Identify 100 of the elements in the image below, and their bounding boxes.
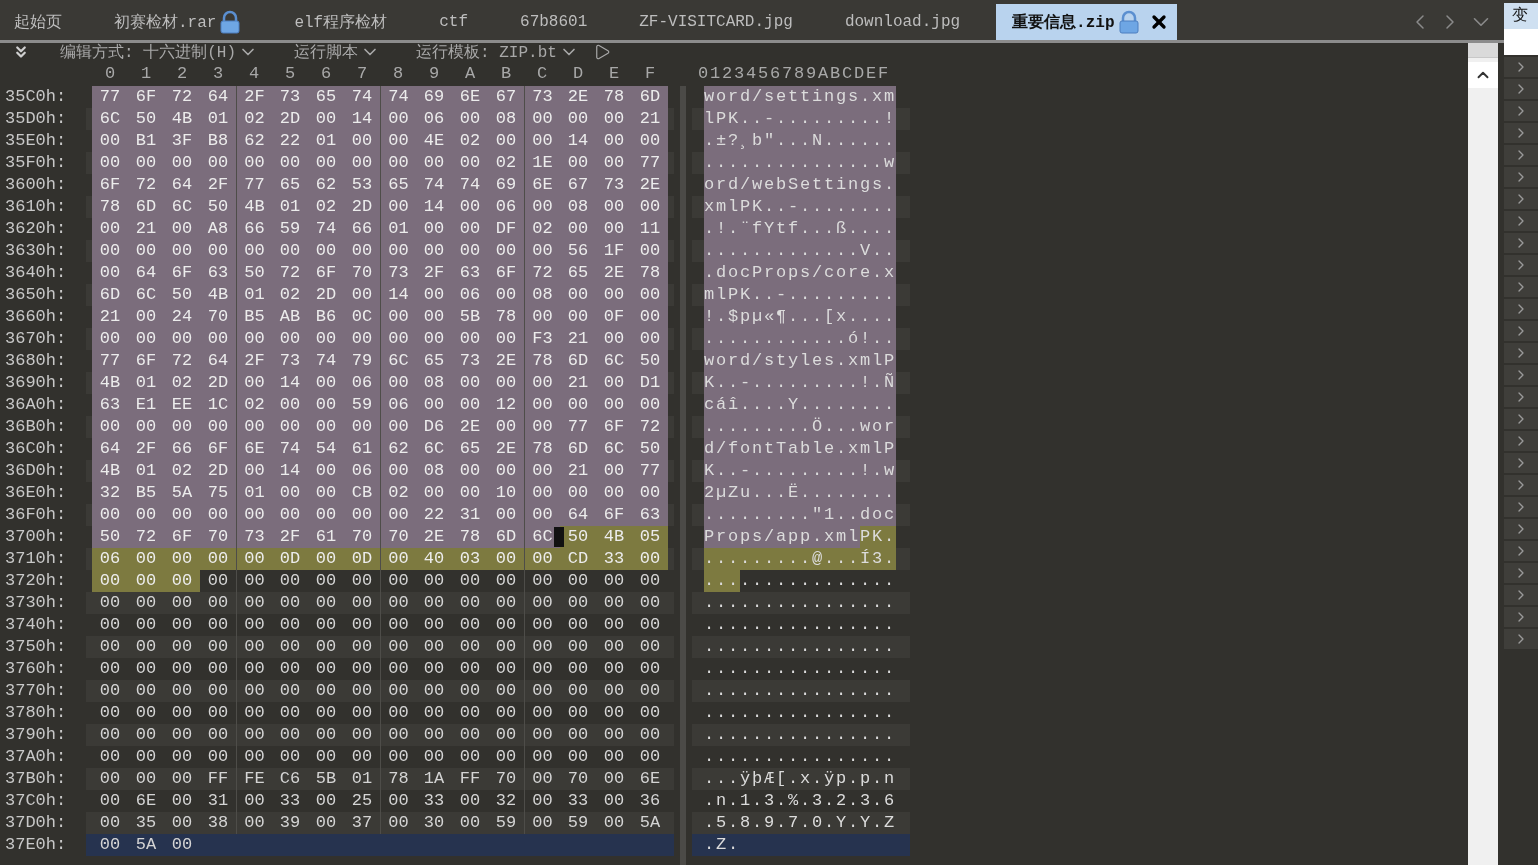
hex-byte: 00 [380, 416, 416, 438]
hex-byte: 00 [494, 746, 518, 768]
hex-byte: 6E [134, 790, 158, 812]
hex-byte: 00 [236, 592, 272, 614]
hex-byte: 1C [200, 394, 236, 416]
hex-byte: 73 [272, 86, 308, 108]
offset-label: 37C0h: [4, 790, 68, 812]
hex-byte: 00 [308, 240, 344, 262]
hex-byte: 00 [560, 482, 596, 504]
ascii-text: ........."1..doc [704, 504, 897, 526]
hex-byte: 64 [128, 262, 164, 284]
hex-byte: 4B [236, 196, 272, 218]
hex-byte: E1 [128, 394, 164, 416]
hex-byte: 00 [494, 658, 518, 680]
hex-byte: 00 [164, 416, 200, 438]
offset-label: 3790h: [4, 724, 68, 746]
hex-byte: 06 [92, 548, 128, 570]
ascii-text: xmlPK..-........ [704, 196, 897, 218]
hex-byte: 50 [632, 350, 668, 372]
hex-byte: 00 [488, 416, 524, 438]
column-header: B [499, 64, 513, 83]
hex-byte: 00 [458, 658, 482, 680]
column-header: 8 [391, 64, 405, 83]
hex-byte: 00 [494, 724, 518, 746]
toolbar-menu[interactable]: 运行模板: ZIP.bt [416, 41, 557, 63]
file-tab[interactable]: 初赛检材.rar [88, 4, 269, 40]
hex-byte: 00 [524, 592, 560, 614]
ascii-header: 0123456789ABCDEF [698, 64, 891, 83]
hex-byte: 6C [128, 284, 164, 306]
hex-byte: 72 [524, 262, 560, 284]
hex-byte: 00 [236, 240, 272, 262]
hex-byte: 00 [524, 636, 560, 658]
hex-byte: 72 [272, 262, 308, 284]
hex-byte: 00 [236, 724, 272, 746]
offset-label: 37A0h: [4, 746, 68, 768]
hex-byte: 4B [92, 460, 128, 482]
panel-tab[interactable]: 变 [1504, 3, 1538, 29]
hex-byte: 6F [128, 86, 164, 108]
file-tab[interactable]: 起始页 [0, 4, 88, 40]
hex-byte: 78 [524, 438, 560, 460]
hex-byte: 00 [422, 746, 446, 768]
file-tab[interactable]: 67b8601 [494, 4, 614, 40]
hex-byte: 00 [524, 372, 560, 394]
hex-byte: 61 [344, 438, 380, 460]
hex-byte: 66 [344, 218, 380, 240]
toolbar-menu[interactable]: 编辑方式: 十六进制(H) [60, 41, 236, 63]
hex-byte: 00 [308, 460, 344, 482]
hex-byte: 2F [236, 86, 272, 108]
file-tab[interactable]: 重要信息.zip [996, 4, 1177, 40]
ascii-text: word/styles.xmlP [704, 350, 897, 372]
hex-byte: 00 [422, 680, 446, 702]
hex-byte: 00 [134, 592, 158, 614]
column-header: 7 [355, 64, 369, 83]
hex-byte: 73 [452, 350, 488, 372]
hex-byte: 02 [380, 482, 416, 504]
hex-byte: 00 [488, 284, 524, 306]
file-tab[interactable]: elf程序检材 [268, 4, 414, 40]
hex-byte: 00 [128, 548, 164, 570]
hex-byte: 00 [350, 746, 374, 768]
hex-byte: 00 [416, 218, 452, 240]
hex-byte: 1F [596, 240, 632, 262]
hex-byte: 4B [92, 372, 128, 394]
hex-byte: 00 [422, 724, 446, 746]
hex-byte: 00 [596, 218, 632, 240]
hex-byte: 00 [380, 636, 416, 658]
toolbar-menu[interactable]: 运行脚本 [294, 41, 358, 63]
file-tab[interactable]: download.jpg [818, 4, 987, 40]
hex-byte: 00 [380, 504, 416, 526]
hex-byte: 64 [200, 350, 236, 372]
hex-byte: 00 [632, 548, 668, 570]
hex-byte: 73 [380, 262, 416, 284]
hex-byte: 6D [488, 526, 524, 548]
column-header: C [535, 64, 549, 83]
hex-byte: 01 [380, 218, 416, 240]
hex-byte: 00 [206, 658, 230, 680]
hex-byte: 00 [164, 570, 200, 592]
hex-byte: 00 [524, 724, 560, 746]
hex-byte: 32 [494, 790, 518, 812]
file-tab[interactable]: ZF-VISITCARD.jpg [613, 4, 819, 40]
hex-byte: 00 [344, 284, 380, 306]
hex-byte: 00 [170, 636, 194, 658]
hex-byte: 72 [128, 526, 164, 548]
hex-byte: 00 [422, 636, 446, 658]
scroll-thumb[interactable] [1468, 43, 1498, 58]
file-tab[interactable]: ctf [413, 4, 495, 40]
hex-byte: 00 [200, 504, 236, 526]
hex-byte: 0C [344, 306, 380, 328]
hex-byte: 00 [308, 482, 344, 504]
hex-byte: 6D [560, 350, 596, 372]
hex-byte: 00 [278, 636, 302, 658]
offset-label: 3660h: [4, 306, 68, 328]
offset-label: 35E0h: [4, 130, 68, 152]
hex-byte: 06 [416, 108, 452, 130]
hex-byte: 00 [602, 746, 626, 768]
hex-byte: 00 [236, 416, 272, 438]
hex-byte: 21 [560, 328, 596, 350]
ascii-text: .n.1.3.%.3.2.3.6 [704, 790, 897, 812]
vertical-scrollbar[interactable] [1468, 43, 1498, 865]
hex-byte: 00 [314, 570, 338, 592]
hex-byte: 2D [200, 460, 236, 482]
